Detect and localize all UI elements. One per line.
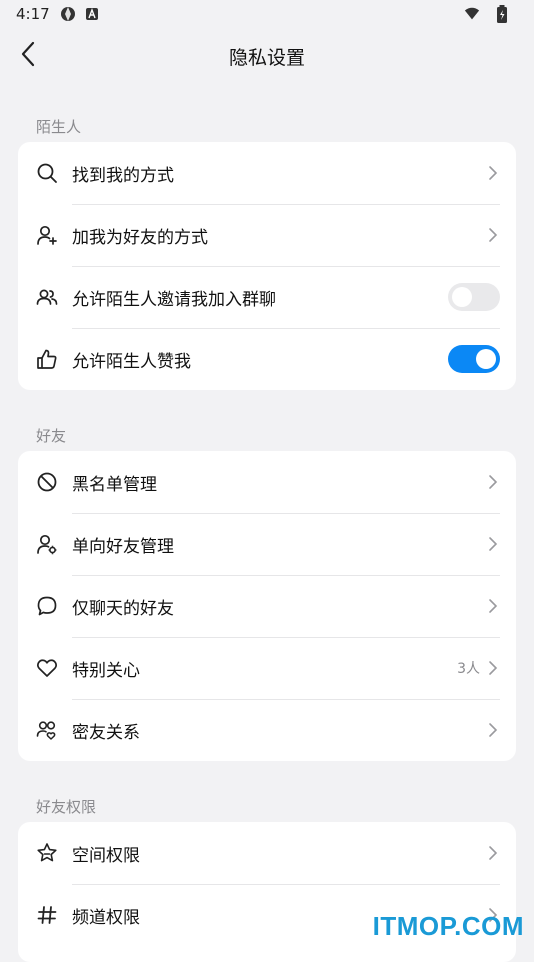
- chevron-right-icon: [486, 659, 500, 677]
- row-add-friend-method[interactable]: 加我为好友的方式: [18, 204, 516, 266]
- row-label: 找到我的方式: [72, 161, 486, 186]
- thumbs-up-icon: [36, 348, 58, 370]
- group-invite-toggle[interactable]: [448, 283, 500, 311]
- chevron-right-icon: [486, 844, 500, 862]
- row-label: 加我为好友的方式: [72, 223, 486, 248]
- row-special-care[interactable]: 特别关心 3人: [18, 637, 516, 699]
- row-label: 黑名单管理: [72, 470, 486, 495]
- back-button[interactable]: [8, 36, 48, 76]
- chevron-left-icon: [20, 41, 36, 71]
- card-friends: 黑名单管理 单向好友管理 仅聊天的好友 特别关心 3人: [18, 451, 516, 761]
- row-group-invite: 允许陌生人邀请我加入群聊: [18, 266, 516, 328]
- chevron-right-icon: [486, 597, 500, 615]
- chevron-right-icon: [486, 226, 500, 244]
- row-label: 允许陌生人邀请我加入群聊: [72, 285, 448, 310]
- heart-icon: [36, 657, 58, 679]
- chevron-right-icon: [486, 164, 500, 182]
- row-allow-like: 允许陌生人赞我: [18, 328, 516, 390]
- battery-icon: [494, 6, 510, 22]
- row-one-way-friends[interactable]: 单向好友管理: [18, 513, 516, 575]
- row-find-me[interactable]: 找到我的方式: [18, 142, 516, 204]
- chevron-right-icon: [486, 473, 500, 491]
- row-label: 允许陌生人赞我: [72, 347, 448, 372]
- row-chat-only-friends[interactable]: 仅聊天的好友: [18, 575, 516, 637]
- hash-icon: [36, 904, 58, 926]
- group-icon: [36, 286, 58, 308]
- card-strangers: 找到我的方式 加我为好友的方式 允许陌生人邀请我加入群聊 允许陌生人赞我: [18, 142, 516, 390]
- row-label: 仅聊天的好友: [72, 594, 486, 619]
- toggle-knob: [476, 349, 496, 369]
- row-label: 单向好友管理: [72, 532, 486, 557]
- wifi-icon: [464, 6, 480, 22]
- user-settings-icon: [36, 533, 58, 555]
- nav-bar: 隐私设置: [0, 28, 534, 84]
- row-blacklist[interactable]: 黑名单管理: [18, 451, 516, 513]
- close-friends-icon: [36, 719, 58, 741]
- row-close-friends[interactable]: 密友关系: [18, 699, 516, 761]
- allow-like-toggle[interactable]: [448, 345, 500, 373]
- chat-bubble-icon: [36, 595, 58, 617]
- section-label-friends: 好友: [36, 425, 66, 446]
- chevron-right-icon: [486, 535, 500, 553]
- row-label: 密友关系: [72, 718, 486, 743]
- star-house-icon: [36, 842, 58, 864]
- special-care-count: 3人: [457, 658, 480, 678]
- app-a-icon: [84, 6, 100, 22]
- row-space-permission[interactable]: 空间权限: [18, 822, 516, 884]
- row-label: 空间权限: [72, 841, 486, 866]
- search-icon: [36, 162, 58, 184]
- status-bar: 4:17: [0, 0, 534, 28]
- watermark: ITMOP.COM: [373, 911, 524, 942]
- section-label-strangers: 陌生人: [36, 116, 81, 137]
- status-time: 4:17: [16, 5, 50, 23]
- page-title: 隐私设置: [229, 43, 305, 70]
- toggle-knob: [452, 287, 472, 307]
- chevron-right-icon: [486, 721, 500, 739]
- add-friend-icon: [36, 224, 58, 246]
- row-label: 特别关心: [72, 656, 457, 681]
- block-icon: [36, 471, 58, 493]
- aperture-icon: [60, 6, 76, 22]
- section-label-friend-permissions: 好友权限: [36, 796, 96, 817]
